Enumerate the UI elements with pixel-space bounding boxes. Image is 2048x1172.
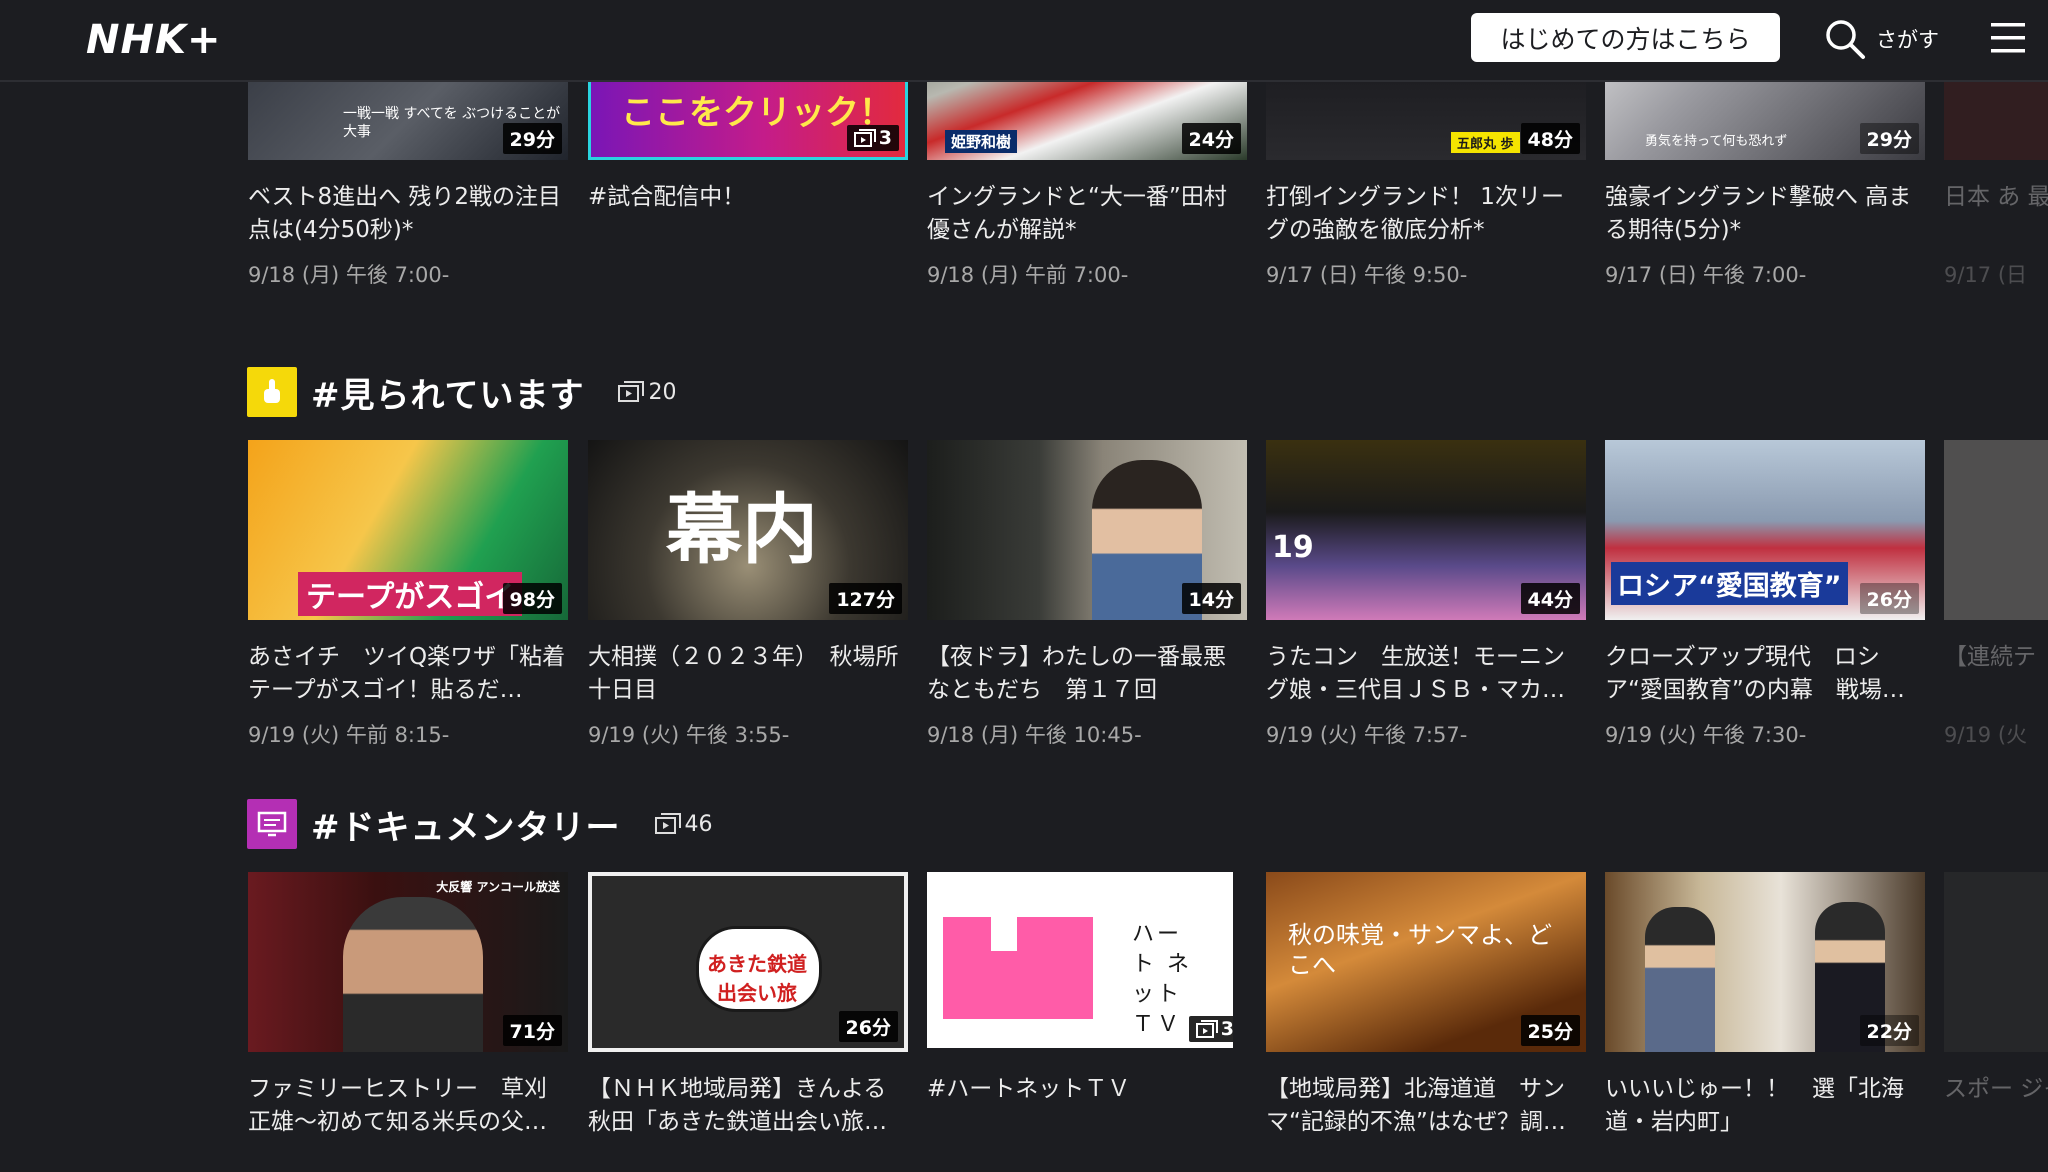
- thumb-caption: 19: [1272, 530, 1314, 565]
- row-count: 46: [654, 811, 713, 837]
- thumb-caption: 秋の味覚・サンマよ、どこへ: [1288, 921, 1552, 979]
- duration-badge: 25分: [1520, 1015, 1580, 1046]
- program-title: 【ＮＨＫ地域局発】きんよる秋田「あきた鉄道出会い旅…: [588, 1076, 887, 1135]
- program-title: 大相撲（２０２３年） 秋場所 十日目: [588, 644, 908, 703]
- duration-badge: 127分: [829, 583, 902, 614]
- duration-badge: 44分: [1520, 583, 1580, 614]
- duration-badge: 26分: [838, 1011, 898, 1042]
- program-date: 9/19 (火) 午後 7:57-: [1266, 723, 1468, 747]
- logo-text: NHK+: [86, 17, 222, 63]
- program-date: 9/17 (日: [1944, 263, 2028, 287]
- program-thumbnail: 22分: [1605, 872, 1925, 1052]
- program-card[interactable]: スポー ジャー: [1944, 872, 2048, 1172]
- program-title: いいいじゅー！！ 選「北海道・岩内町」: [1605, 1076, 1904, 1135]
- first-time-button[interactable]: はじめての方はこちら: [1471, 13, 1780, 62]
- program-title: 強豪イングランド撃破へ 高まる期待(5分)*: [1605, 184, 1912, 243]
- documentary-icon: [247, 799, 297, 849]
- program-title: ファミリーヒストリー 草刈正雄～初めて知る米兵の父…: [248, 1076, 547, 1135]
- playlist-count: 3: [1220, 1018, 1234, 1040]
- program-title: スポー ジャー: [1944, 1076, 2048, 1102]
- program-thumbnail: 14分: [927, 440, 1247, 620]
- program-title: ベスト8進出へ 残り2戦の注目点は(4分50秒)*: [248, 184, 562, 243]
- program-title: イングランドと“大一番”田村優さんが解説*: [927, 184, 1227, 243]
- search-label: さがす: [1876, 28, 1939, 52]
- thumb-caption: 大反響 アンコール放送: [436, 880, 560, 894]
- program-date: 9/17 (日) 午後 9:50-: [1266, 263, 1468, 287]
- program-thumbnail: テープがスゴイ 98分: [248, 440, 568, 620]
- thumb-caption: 五郎丸 歩: [1451, 132, 1520, 153]
- duration-badge: 14分: [1181, 583, 1241, 614]
- program-title: あさイチ ツイQ楽ワザ「粘着テープがスゴイ！貼るだ…: [248, 644, 566, 703]
- program-thumbnail: ハート ネット ＴＶ 3: [927, 872, 1247, 1052]
- thumb-caption: 勇気を持って何も恐れず: [1645, 134, 1788, 149]
- program-title: 【地域局発】北海道道 サンマ“記録的不漁”はなぜ？調…: [1266, 1076, 1566, 1135]
- search-button[interactable]: さがす: [1824, 14, 1939, 64]
- pointing-hand-icon: [247, 367, 297, 417]
- thumb-caption: テープがスゴイ: [298, 572, 523, 616]
- program-thumbnail: 秋の味覚・サンマよ、どこへ 25分: [1266, 872, 1586, 1052]
- playlist-count-badge: 3: [846, 125, 899, 151]
- duration-badge: 24分: [1181, 123, 1241, 154]
- playlist-icon: [618, 381, 645, 402]
- thumb-caption: 姫野和樹: [945, 130, 1018, 153]
- program-thumbnail: [1944, 440, 2048, 620]
- duration-badge: 29分: [502, 123, 562, 154]
- program-title: 【夜ドラ】わたしの一番最悪なともだち 第１７回: [927, 644, 1226, 703]
- playlist-count: 3: [878, 127, 892, 149]
- program-card[interactable]: 【連続テ（１０ 9/19 (火: [1944, 440, 2048, 760]
- program-thumbnail: あきた鉄道 出会い旅 26分: [588, 872, 908, 1052]
- thumb-caption: 幕内: [666, 485, 818, 574]
- program-date: 9/19 (火) 午後 7:30-: [1605, 723, 1807, 747]
- program-date: 9/19 (火: [1944, 723, 2028, 747]
- program-title: 打倒イングランド！ 1次リーグの強敵を徹底分析*: [1266, 184, 1564, 243]
- program-thumbnail: 幕内 127分: [588, 440, 908, 620]
- header-bar: NHK+ はじめての方はこちら さがす: [0, 0, 2048, 82]
- row-header[interactable]: #ドキュメンタリー 46: [247, 799, 713, 849]
- nhk-plus-logo[interactable]: NHK+: [86, 14, 221, 66]
- duration-badge: 71分: [502, 1015, 562, 1046]
- program-date: 9/18 (月) 午後 7:00-: [248, 263, 450, 287]
- program-title: うたコン 生放送！モーニング娘・三代目ＪＳＢ・マカ…: [1266, 644, 1565, 703]
- program-date: 9/17 (日) 午後 7:00-: [1605, 263, 1807, 287]
- duration-badge: 48分: [1520, 123, 1580, 154]
- program-thumbnail: 大反響 アンコール放送 71分: [248, 872, 568, 1052]
- program-thumbnail: ロシア“愛国教育” 26分: [1605, 440, 1925, 620]
- thumb-caption: あきた鉄道 出会い旅: [707, 952, 807, 1005]
- program-thumbnail: [1944, 872, 2048, 1052]
- program-title: 日本 あ 最終調: [1944, 184, 2048, 210]
- playlist-icon: [853, 129, 876, 147]
- row-count-value: 46: [684, 811, 713, 837]
- playlist-icon: [654, 813, 681, 834]
- thumb-caption: ロシア“愛国教育”: [1611, 562, 1848, 605]
- duration-badge: 26分: [1859, 583, 1919, 614]
- row-count: 20: [618, 380, 676, 405]
- thumb-caption: ハート ネット ＴＶ: [1132, 922, 1192, 1037]
- playlist-count-badge: 3: [1188, 1016, 1234, 1042]
- row-title: #見られています: [311, 375, 585, 416]
- program-title: クローズアップ現代 ロシア“愛国教育”の内幕 戦場…: [1605, 644, 1905, 703]
- row-count-value: 20: [648, 379, 677, 405]
- program-title: 【連続テ（１０: [1944, 644, 2048, 670]
- program-date: 9/18 (月) 午後 10:45-: [927, 723, 1142, 747]
- program-title: #ハートネットＴＶ: [927, 1076, 1131, 1102]
- program-title: #試合配信中！: [588, 184, 746, 210]
- duration-badge: 22分: [1859, 1015, 1919, 1046]
- program-date: 9/18 (月) 午前 7:00-: [927, 263, 1129, 287]
- program-date: 9/19 (火) 午後 3:55-: [588, 723, 790, 747]
- hamburger-menu-icon[interactable]: [1990, 20, 2026, 56]
- program-thumbnail: 19 44分: [1266, 440, 1586, 620]
- program-date: 9/19 (火) 午前 8:15-: [248, 723, 450, 747]
- row-header[interactable]: #見られています 20: [247, 367, 676, 417]
- row-title: #ドキュメンタリー: [311, 807, 621, 848]
- playlist-icon: [1195, 1020, 1218, 1038]
- duration-badge: 98分: [502, 583, 562, 614]
- search-icon: [1826, 20, 1865, 59]
- duration-badge: 29分: [1859, 123, 1919, 154]
- heartnet-logo: [943, 917, 1093, 1019]
